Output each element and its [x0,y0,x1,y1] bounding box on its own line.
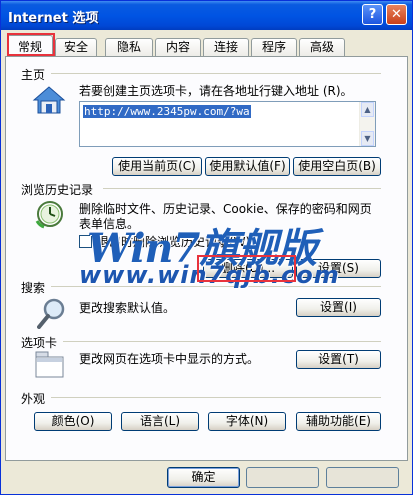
tab-programs[interactable]: 程序 [251,38,297,57]
tabs-settings-button[interactable]: 设置(T) [296,350,381,369]
help-button[interactable]: ? [362,4,383,25]
tabs-group-divider [63,341,381,342]
tab-general[interactable]: 常规 [7,35,53,58]
appearance-group-label: 外观 [21,392,46,406]
accessibility-button[interactable]: 辅助功能(E) [296,412,381,431]
history-description-line1: 删除临时文件、历史记录、Cookie、保存的密码和网页 [79,202,372,216]
close-button[interactable]: ✕ [386,4,407,25]
search-group-divider [51,286,381,287]
tab-advanced[interactable]: 高级 [299,38,345,57]
tab-connections[interactable]: 连接 [203,38,249,57]
history-group-divider [103,188,381,189]
home-page-url[interactable]: http://www.2345pw.com/?wa [83,105,251,118]
tabbed-window-icon [35,351,64,378]
tab-content[interactable]: 内容 [155,38,201,57]
ok-button[interactable]: 确定 [167,467,240,488]
history-description-line2: 表单信息。 [79,217,140,231]
search-description: 更改搜索默认值。 [79,301,176,315]
home-group-label: 主页 [21,68,46,82]
home-description: 若要创建主页选项卡，请在各地址行键入地址 (R)。 [79,84,353,98]
appearance-group-divider [51,397,381,398]
history-settings-button[interactable]: 设置(S) [296,259,381,278]
search-settings-button[interactable]: 设置(I) [296,298,381,317]
history-clock-icon [35,201,63,229]
delete-button-highlight [197,255,296,282]
use-current-button[interactable]: 使用当前页(C) [112,157,202,176]
apply-button[interactable] [326,467,399,488]
search-magnifier-icon [37,298,65,329]
home-group-divider [51,73,381,74]
search-group-label: 搜索 [21,281,46,295]
internet-options-dialog: Internet 选项 ? ✕ 常规 安全 隐私 内容 连接 程序 高级 主页 … [0,0,413,495]
tab-privacy[interactable]: 隐私 [105,38,153,57]
window-title: Internet 选项 [8,11,99,26]
colors-button[interactable]: 颜色(O) [34,412,112,431]
languages-button[interactable]: 语言(L) [121,412,199,431]
title-bar[interactable]: Internet 选项 ? ✕ [1,1,412,30]
tabs-description: 更改网页在选项卡中显示的方式。 [79,352,260,366]
home-page-address-field[interactable]: http://www.2345pw.com/?wa ▲ ▼ [79,101,376,147]
use-default-button[interactable]: 使用默认值(F) [205,157,290,176]
scroll-up-icon[interactable]: ▲ [361,102,374,117]
history-group-label: 浏览历史记录 [21,183,94,197]
tab-security[interactable]: 安全 [55,38,97,57]
cancel-button[interactable] [246,467,319,488]
delete-on-exit-checkbox[interactable] [79,235,92,248]
address-field-scrollbar[interactable]: ▲ ▼ [359,102,375,146]
home-icon [32,86,66,114]
use-blank-button[interactable]: 使用空白页(B) [293,157,381,176]
fonts-button[interactable]: 字体(N) [208,412,286,431]
scroll-down-icon[interactable]: ▼ [361,131,374,146]
delete-on-exit-label[interactable]: 退出时删除浏览历史记录(W) [97,234,250,250]
